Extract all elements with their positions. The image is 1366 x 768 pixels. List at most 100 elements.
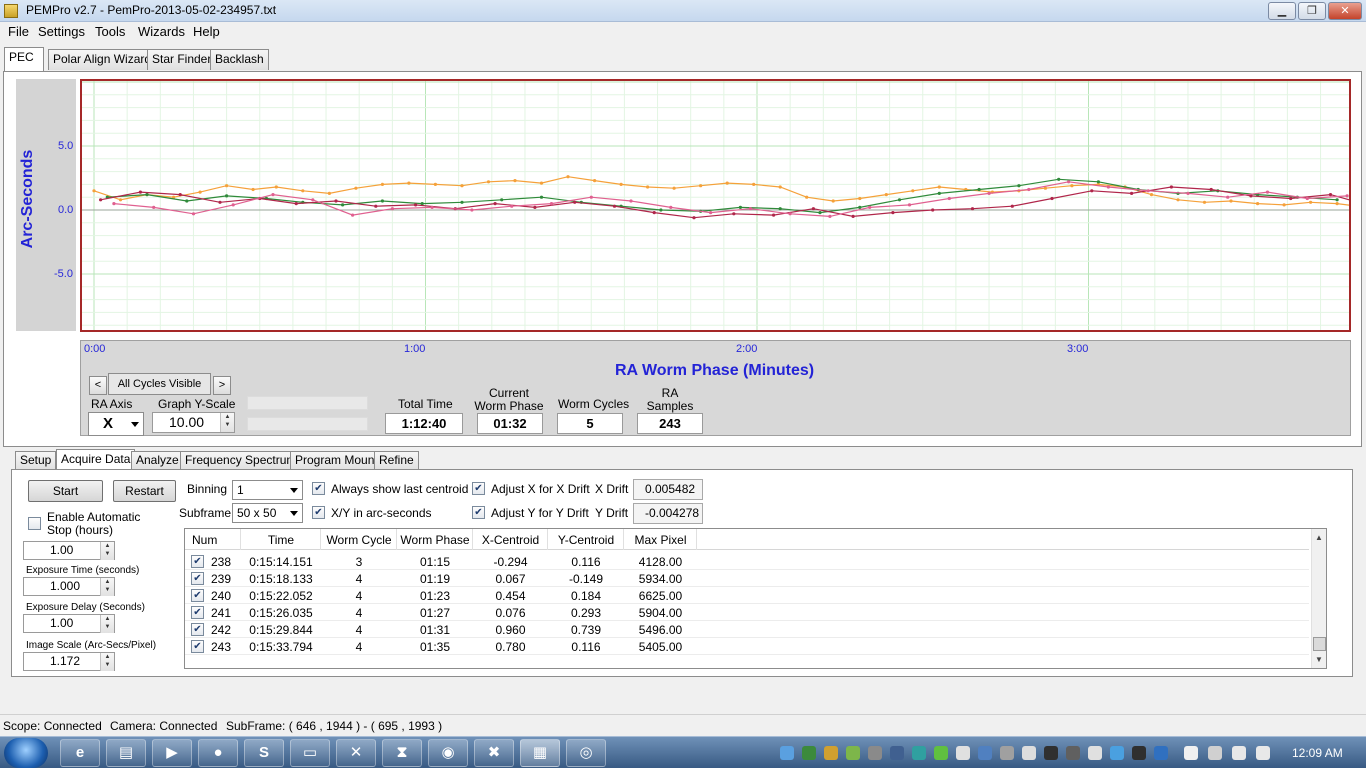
exposure-delay-input[interactable]: 1.00 ▲ ▼	[23, 614, 115, 633]
ie-icon[interactable]: e	[60, 739, 100, 767]
tray-icon[interactable]	[934, 746, 948, 760]
tray-icon[interactable]	[802, 746, 816, 760]
scrollbar-thumb[interactable]	[1313, 637, 1326, 651]
menu-wizards[interactable]: Wizards	[138, 24, 185, 39]
tab-backlash[interactable]: Backlash	[210, 49, 269, 70]
power-icon[interactable]	[1208, 746, 1222, 760]
network-icon[interactable]	[1232, 746, 1246, 760]
row-checkbox[interactable]: ✔	[191, 555, 204, 568]
adjust-x-drift-checkbox[interactable]: ✔	[472, 482, 485, 495]
col-max-pixel[interactable]: Max Pixel	[624, 533, 697, 547]
hourglass-icon[interactable]: ⧗	[382, 739, 422, 767]
tray-icon[interactable]	[868, 746, 882, 760]
table-scrollbar[interactable]: ▲ ▼	[1311, 529, 1326, 668]
spin-arrows-icon[interactable]: ▲ ▼	[100, 615, 114, 633]
scroll-up-icon[interactable]: ▲	[1315, 533, 1323, 542]
always-show-centroid-checkbox[interactable]: ✔	[312, 482, 325, 495]
tab-setup[interactable]: Setup	[15, 451, 57, 470]
row-checkbox[interactable]: ✔	[191, 623, 204, 636]
spin-arrows-icon[interactable]: ▲ ▼	[220, 413, 234, 432]
action-center-icon[interactable]	[1184, 746, 1198, 760]
tray-icon[interactable]	[1000, 746, 1014, 760]
table-row[interactable]: ✔ 242 0:15:29.844 4 01:31 0.960 0.739 5496.00	[185, 621, 1309, 638]
start-button[interactable]: Start	[28, 480, 103, 502]
samples-table[interactable]: Num Time Worm Cycle Worm Phase X-Centroi…	[184, 528, 1327, 669]
clock[interactable]: 12:09 AM	[1292, 746, 1343, 760]
wifi-icon[interactable]	[1088, 746, 1102, 760]
xy-arcsec-checkbox[interactable]: ✔	[312, 506, 325, 519]
start-button-icon[interactable]	[4, 738, 48, 768]
auto-stop-hours-input[interactable]: 1.00 ▲ ▼	[23, 541, 115, 560]
tray-icon[interactable]	[890, 746, 904, 760]
col-worm-phase[interactable]: Worm Phase	[397, 533, 473, 547]
tool-icon[interactable]: ✕	[336, 739, 376, 767]
row-checkbox[interactable]: ✔	[191, 640, 204, 653]
exposure-time-input[interactable]: 1.000 ▲ ▼	[23, 577, 115, 596]
tab-program-mount[interactable]: Program Mount	[290, 451, 383, 470]
next-cycle-button[interactable]: >	[213, 376, 231, 395]
spin-arrows-icon[interactable]: ▲ ▼	[100, 542, 114, 560]
col-time[interactable]: Time	[241, 533, 321, 547]
tab-polar-align-wizard[interactable]: Polar Align Wizard	[48, 49, 157, 70]
close-button[interactable]: ✕	[1328, 2, 1362, 20]
tab-star-finder[interactable]: Star Finder	[147, 49, 217, 70]
adjust-y-drift-checkbox[interactable]: ✔	[472, 506, 485, 519]
binning-select[interactable]: 1	[232, 480, 303, 500]
console-icon[interactable]: ▭	[290, 739, 330, 767]
row-checkbox[interactable]: ✔	[191, 572, 204, 585]
scroll-down-icon[interactable]: ▼	[1315, 655, 1323, 664]
menu-tools[interactable]: Tools	[95, 24, 125, 39]
prev-cycle-button[interactable]: <	[89, 376, 107, 395]
row-checkbox[interactable]: ✔	[191, 589, 204, 602]
tab-pec[interactable]: PEC	[4, 47, 44, 71]
tray-icon[interactable]	[1066, 746, 1080, 760]
tray-icon[interactable]	[978, 746, 992, 760]
row-checkbox[interactable]: ✔	[191, 606, 204, 619]
explorer-icon[interactable]: ▤	[106, 739, 146, 767]
x-app-icon[interactable]: ✖	[474, 739, 514, 767]
table-row[interactable]: ✔ 241 0:15:26.035 4 01:27 0.076 0.293 5904.00	[185, 604, 1309, 621]
maximize-button[interactable]: ❐	[1298, 2, 1326, 20]
col-num[interactable]: Num	[192, 533, 217, 547]
tray-icon[interactable]	[824, 746, 838, 760]
menu-file[interactable]: File	[8, 24, 29, 39]
tray-icon[interactable]	[1044, 746, 1058, 760]
enable-auto-stop-checkbox[interactable]	[28, 517, 41, 530]
app-icon[interactable]: ◉	[428, 739, 468, 767]
skype-icon[interactable]: S	[244, 739, 284, 767]
volume-icon[interactable]	[1256, 746, 1270, 760]
tab-acquire-data[interactable]: Acquire Data	[56, 449, 136, 470]
pec-graph[interactable]	[80, 79, 1359, 332]
table-row[interactable]: ✔ 239 0:15:18.133 4 01:19 0.067 -0.149 5934.00	[185, 570, 1309, 587]
ra-axis-select[interactable]: X	[88, 412, 144, 436]
media-player-icon[interactable]: ▶	[152, 739, 192, 767]
tray-icon[interactable]	[1110, 746, 1124, 760]
restart-button[interactable]: Restart	[113, 480, 176, 502]
tab-refine[interactable]: Refine	[374, 451, 419, 470]
spin-arrows-icon[interactable]: ▲ ▼	[100, 653, 114, 671]
tab-analyze[interactable]: Analyze	[131, 451, 184, 470]
table-row[interactable]: ✔ 238 0:15:14.151 3 01:15 -0.294 0.116 4128.00	[185, 553, 1309, 570]
menu-settings[interactable]: Settings	[38, 24, 85, 39]
y-scale-input[interactable]: 10.00 ▲ ▼	[152, 412, 235, 433]
table-row[interactable]: ✔ 240 0:15:22.052 4 01:23 0.454 0.184 6625.00	[185, 587, 1309, 604]
subframe-select[interactable]: 50 x 50	[232, 503, 303, 523]
utility-icon[interactable]: ◎	[566, 739, 606, 767]
tray-icon[interactable]	[846, 746, 860, 760]
image-scale-input[interactable]: 1.172 ▲ ▼	[23, 652, 115, 671]
firefox-icon[interactable]: ●	[198, 739, 238, 767]
table-row[interactable]: ✔ 243 0:15:33.794 4 01:35 0.780 0.116 5405.00	[185, 638, 1309, 655]
spin-arrows-icon[interactable]: ▲ ▼	[100, 578, 114, 596]
col-worm-cycle[interactable]: Worm Cycle	[321, 533, 397, 547]
col-x-centroid[interactable]: X-Centroid	[473, 533, 548, 547]
menu-help[interactable]: Help	[193, 24, 220, 39]
tray-icon[interactable]	[1022, 746, 1036, 760]
tray-icon[interactable]	[780, 746, 794, 760]
tray-icon[interactable]	[956, 746, 970, 760]
tray-icon[interactable]	[1132, 746, 1146, 760]
pempro-taskbar-icon[interactable]: ▦	[520, 739, 560, 767]
col-y-centroid[interactable]: Y-Centroid	[548, 533, 624, 547]
tab-frequency-spectrum[interactable]: Frequency Spectrum	[180, 451, 302, 470]
bluetooth-icon[interactable]	[1154, 746, 1168, 760]
tray-icon[interactable]	[912, 746, 926, 760]
